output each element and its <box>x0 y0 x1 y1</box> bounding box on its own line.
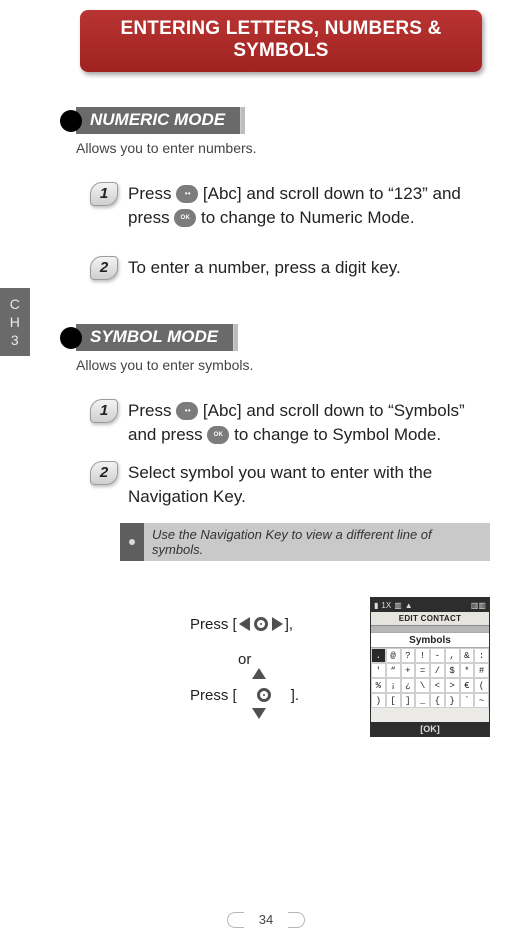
symbol-cell: . <box>371 648 386 663</box>
symbol-cell: \ <box>415 678 430 693</box>
nav-ring-icon <box>254 617 268 631</box>
tip-bullet-icon <box>120 523 144 561</box>
symbol-cell: + <box>401 663 416 678</box>
step-number-badge: 2 <box>90 256 118 280</box>
battery-icon: ▥▥ <box>471 601 486 610</box>
symbol-cell: & <box>460 648 475 663</box>
tip-bar: Use the Navigation Key to view a differe… <box>120 523 490 561</box>
symbol-cell: @ <box>386 648 401 663</box>
section-numeric-title: NUMERIC MODE <box>76 107 245 134</box>
press-horizontal: Press [ ], <box>190 613 299 635</box>
symbol-cell: ' <box>371 663 386 678</box>
symbol-cell: ( <box>474 678 489 693</box>
symbol-cell: % <box>371 678 386 693</box>
symbol-cell: > <box>445 678 460 693</box>
step-number-badge: 1 <box>90 182 118 206</box>
phone-status-bar: ▮ 1X ▥ ▲ ▥▥ <box>371 598 489 612</box>
section-symbol-title: SYMBOL MODE <box>76 324 238 351</box>
section-numeric-head: NUMERIC MODE <box>60 107 532 134</box>
data-icon: ▥ <box>394 601 402 610</box>
symbol-cell: } <box>445 693 460 708</box>
arrow-down-icon <box>252 708 266 719</box>
chapter-tab: C H 3 <box>0 288 30 356</box>
soft-key-icon <box>176 185 198 203</box>
symbol-cell: ? <box>401 648 416 663</box>
page-header: ENTERING LETTERS, NUMBERS & SYMBOLS <box>80 10 482 72</box>
symbol-cell: ` <box>460 693 475 708</box>
symbol-cell: < <box>430 678 445 693</box>
arrow-left-icon <box>239 617 250 631</box>
symbol-cell: , <box>445 648 460 663</box>
symbol-step-1: 1 Press [Abc] and scroll down to “Symbol… <box>90 399 482 447</box>
symbol-cell: ~ <box>474 693 489 708</box>
arrow-up-icon <box>252 668 266 679</box>
nav-ring-icon <box>257 688 271 702</box>
page-number: 34 <box>244 909 288 931</box>
symbol-cell: € <box>460 678 475 693</box>
symbol-cell: ¿ <box>401 678 416 693</box>
symbol-cell: = <box>415 663 430 678</box>
symbol-cell: * <box>460 663 475 678</box>
symbol-cell: $ <box>445 663 460 678</box>
press-vertical: Press [ ]. <box>190 684 299 706</box>
or-label: or <box>238 651 299 668</box>
symbol-cell: ] <box>401 693 416 708</box>
tip-text: Use the Navigation Key to view a differe… <box>144 523 490 561</box>
arrow-right-icon <box>272 617 283 631</box>
bullet-icon <box>60 327 82 349</box>
symbol-cell: - <box>430 648 445 663</box>
symbol-cell: _ <box>415 693 430 708</box>
section-symbol-head: SYMBOL MODE <box>60 324 532 351</box>
signal-icon: ▮ <box>374 601 378 610</box>
symbol-cell: ¡ <box>386 678 401 693</box>
step-number-badge: 1 <box>90 399 118 423</box>
step-number-badge: 2 <box>90 461 118 485</box>
symbol-cell: : <box>474 648 489 663</box>
symbol-cell: / <box>430 663 445 678</box>
numeric-step-1: 1 Press [Abc] and scroll down to “123” a… <box>90 182 482 230</box>
phone-screen-title: Symbols <box>371 632 489 648</box>
page-title: ENTERING LETTERS, NUMBERS & SYMBOLS <box>120 18 441 61</box>
phone-title-bar: EDIT CONTACT <box>371 612 489 626</box>
symbol-cell: ! <box>415 648 430 663</box>
symbol-cell: “ <box>386 663 401 678</box>
phone-screenshot: ▮ 1X ▥ ▲ ▥▥ EDIT CONTACT Symbols .@?!-,&… <box>370 597 490 737</box>
symbol-cell: { <box>430 693 445 708</box>
symbol-cell: # <box>474 663 489 678</box>
section-symbol-subtitle: Allows you to enter symbols. <box>76 357 532 373</box>
ok-key-icon: OK <box>207 426 229 444</box>
symbol-step-2: 2 Select symbol you want to enter with t… <box>90 461 482 509</box>
navigation-key-diagram: Press [ ], or Press [ ]. ▮ 1 <box>0 609 490 759</box>
audio-icon: ▲ <box>405 601 413 610</box>
phone-symbol-grid: .@?!-,&: '“+=/$*#%¡¿\<>€()[]_{}`~ <box>371 648 489 708</box>
symbol-cell: [ <box>386 693 401 708</box>
section-numeric-subtitle: Allows you to enter numbers. <box>76 140 532 156</box>
symbol-cell: ) <box>371 693 386 708</box>
soft-key-icon <box>176 402 198 420</box>
bullet-icon <box>60 110 82 132</box>
ok-key-icon: OK <box>174 209 196 227</box>
phone-softkey-ok: [OK] <box>371 722 489 736</box>
numeric-step-2: 2 To enter a number, press a digit key. <box>90 256 482 280</box>
